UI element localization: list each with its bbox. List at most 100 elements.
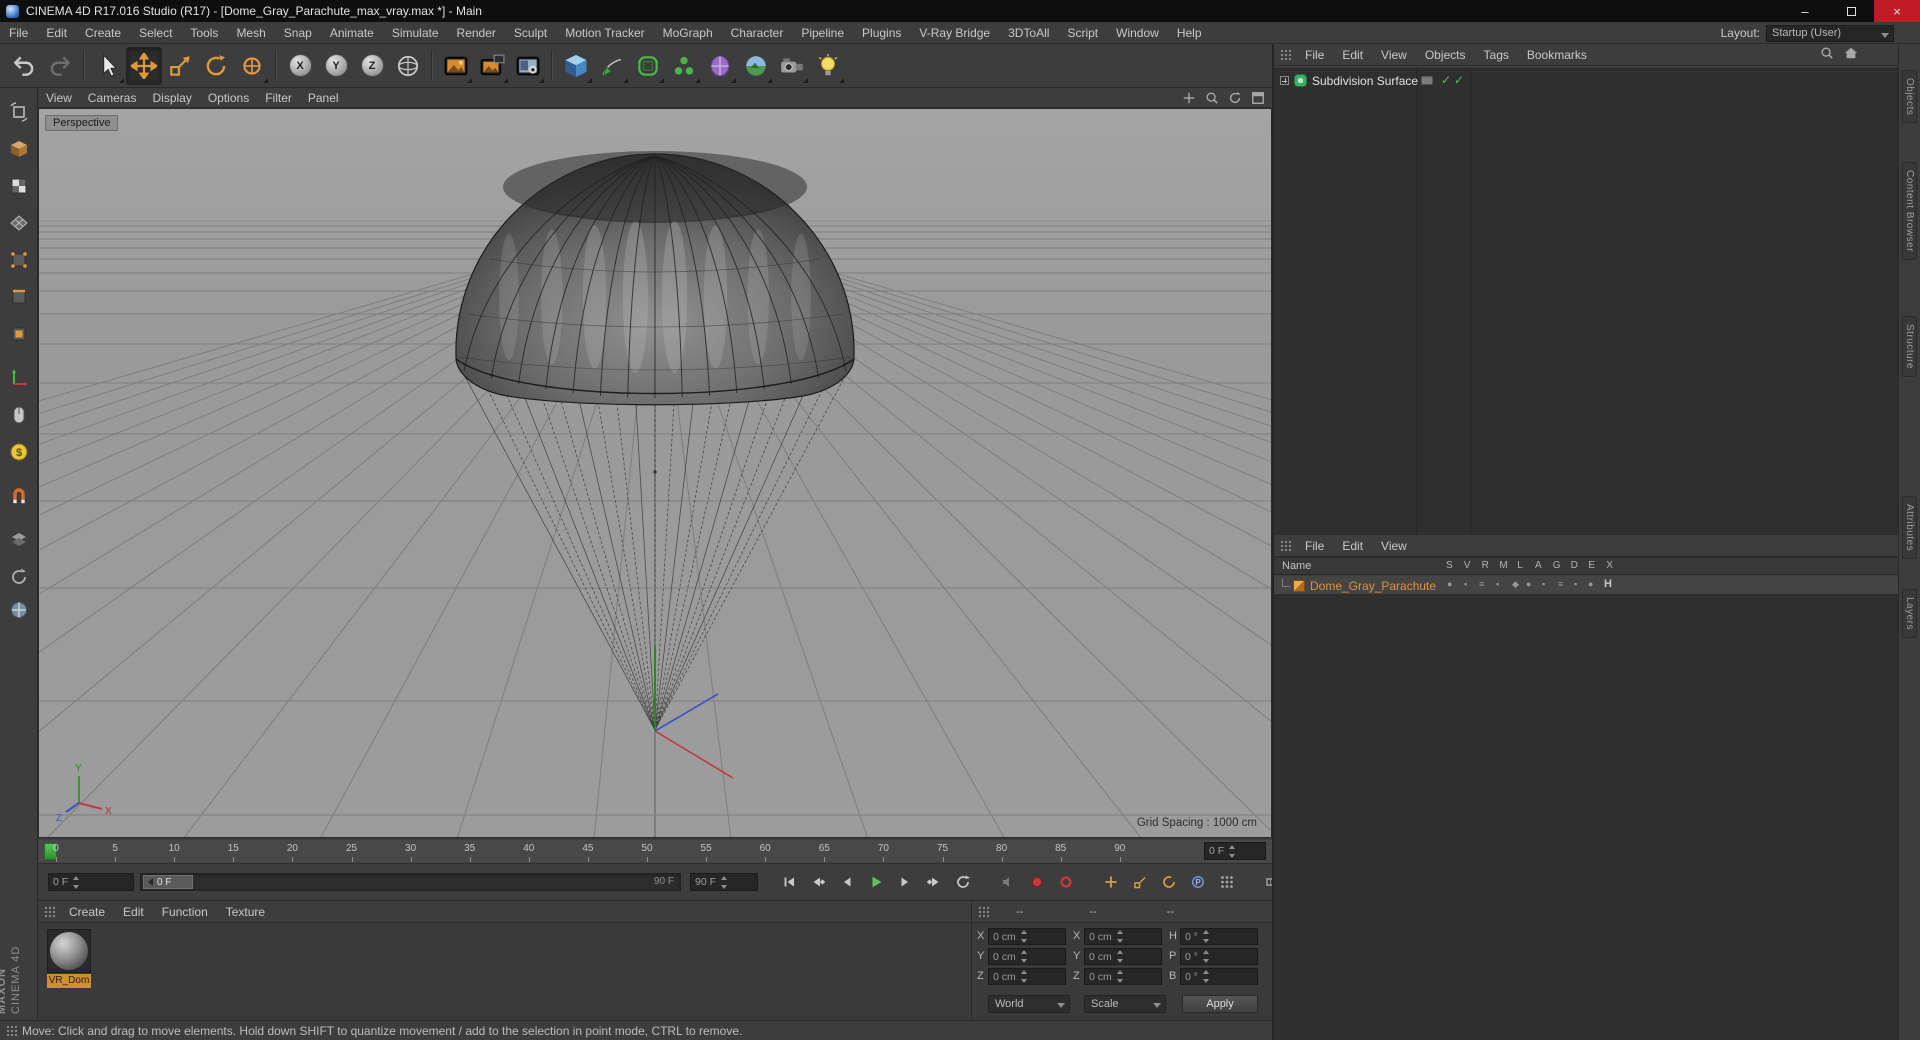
material-menu-function[interactable]: Function [153, 902, 217, 922]
size-x-input[interactable]: 0 cm [1084, 928, 1162, 945]
live-selection-button[interactable] [90, 47, 126, 85]
enable-axis-button[interactable] [5, 364, 33, 392]
layer-state-icon[interactable] [1421, 76, 1433, 85]
rotation-p-input[interactable]: 0 ° [1180, 948, 1258, 965]
menu-render[interactable]: Render [448, 23, 505, 43]
layer-manager-menu-edit[interactable]: Edit [1333, 536, 1372, 556]
column-header-v[interactable]: V [1464, 560, 1471, 571]
menu-sculpt[interactable]: Sculpt [505, 23, 556, 43]
last-used-tool-button[interactable] [234, 47, 270, 85]
points-mode-button[interactable] [5, 246, 33, 274]
scale-mode-dropdown[interactable]: Scale [1084, 995, 1166, 1013]
menu-file[interactable]: File [0, 23, 37, 43]
coordinate-space-dropdown[interactable]: World [988, 995, 1070, 1013]
menu-simulate[interactable]: Simulate [383, 23, 448, 43]
redo-button[interactable] [42, 47, 78, 85]
object-row-dome-gray-parachute[interactable]: Dome_Gray_Parachute ● ▪ ≡ ▪ ◆ ● ▪ ≡ ▪ ● H [1274, 576, 1900, 595]
previous-key-button[interactable] [805, 869, 831, 895]
side-tab-structure[interactable]: Structure [1902, 316, 1917, 378]
lock-x-axis-button[interactable]: X [282, 47, 318, 85]
menu-character[interactable]: Character [722, 23, 793, 43]
column-header-e[interactable]: E [1588, 560, 1595, 571]
autokey-button[interactable] [1053, 869, 1079, 895]
frame-counter-field[interactable]: 0 F [1204, 842, 1266, 860]
stepper-icon[interactable] [1020, 930, 1030, 943]
render-settings-button[interactable] [510, 47, 546, 85]
menu-create[interactable]: Create [76, 23, 130, 43]
object-manager-menu-objects[interactable]: Objects [1416, 45, 1475, 65]
snap-settings-button[interactable]: $ [5, 438, 33, 466]
object-manager[interactable]: Subdivision Surface ✓ ✓ [1274, 68, 1900, 535]
column-header-g[interactable]: G [1553, 560, 1561, 571]
record-pla-button[interactable] [1214, 869, 1240, 895]
object-toggle-icon[interactable]: ● [1588, 579, 1593, 589]
size-header[interactable]: -- [1089, 906, 1096, 918]
loop-playback-button[interactable] [950, 869, 976, 895]
object-manager-menu-view[interactable]: View [1372, 45, 1416, 65]
menu-plugins[interactable]: Plugins [853, 23, 910, 43]
column-header-m[interactable]: M [1499, 560, 1507, 571]
column-header-r[interactable]: R [1482, 560, 1489, 571]
stepper-icon[interactable] [1020, 970, 1030, 983]
goto-start-button[interactable] [776, 869, 802, 895]
stepper-icon[interactable] [1202, 970, 1212, 983]
add-camera-button[interactable] [774, 47, 810, 85]
stepper-icon[interactable] [73, 875, 82, 889]
rotate-tool-button[interactable] [198, 47, 234, 85]
workplane-lock-button[interactable] [5, 526, 33, 554]
column-header-s[interactable]: S [1446, 560, 1453, 571]
frame-slider-handle[interactable]: 0 F [143, 875, 193, 889]
menu-animate[interactable]: Animate [321, 23, 383, 43]
column-header-l[interactable]: L [1517, 560, 1523, 571]
enable-snap-button[interactable] [5, 482, 33, 510]
record-scale-button[interactable] [1127, 869, 1153, 895]
render-view-button[interactable] [438, 47, 474, 85]
play-sound-button[interactable] [995, 869, 1021, 895]
material-menu-texture[interactable]: Texture [217, 902, 274, 922]
add-deformer-button[interactable] [702, 47, 738, 85]
menu-window[interactable]: Window [1107, 23, 1168, 43]
lock-z-axis-button[interactable]: Z [354, 47, 390, 85]
object-toggle-icon[interactable]: ● [1447, 579, 1452, 589]
rotation-header[interactable]: -- [1167, 906, 1174, 918]
coordinate-system-button[interactable] [390, 47, 426, 85]
polygons-mode-button[interactable] [5, 320, 33, 348]
start-frame-field[interactable]: 0 F [48, 873, 134, 891]
column-header-d[interactable]: D [1571, 560, 1578, 571]
position-z-input[interactable]: 0 cm [988, 968, 1066, 985]
add-subdivision-surface-button[interactable] [630, 47, 666, 85]
zoom-view-icon[interactable] [1204, 90, 1220, 106]
panel-grip-icon[interactable] [1280, 539, 1292, 552]
search-icon[interactable] [1820, 46, 1834, 63]
column-header-a[interactable]: A [1535, 560, 1542, 571]
stepper-icon[interactable] [1202, 930, 1212, 943]
toggle-view-icon[interactable] [1250, 90, 1266, 106]
layer-list-empty-area[interactable] [1274, 595, 1900, 1040]
name-column-header[interactable]: Name [1282, 560, 1311, 572]
menu-script[interactable]: Script [1058, 23, 1107, 43]
menu-mograph[interactable]: MoGraph [654, 23, 722, 43]
record-keyframe-button[interactable] [1024, 869, 1050, 895]
position-y-input[interactable]: 0 cm [988, 948, 1066, 965]
object-manager-menu-tags[interactable]: Tags [1475, 45, 1518, 65]
viewport-menu-filter[interactable]: Filter [257, 89, 300, 107]
add-environment-button[interactable] [738, 47, 774, 85]
menu-help[interactable]: Help [1168, 23, 1211, 43]
menu-pipeline[interactable]: Pipeline [792, 23, 853, 43]
position-header[interactable]: -- [1016, 906, 1023, 918]
rotation-band-button[interactable] [5, 563, 33, 591]
timeline-ruler[interactable]: 0 5 10 15 20 25 30 35 40 45 50 55 60 65 70 75 80 85 90 0 F [38, 840, 1272, 864]
end-frame-field[interactable]: 90 F [690, 873, 758, 891]
undo-button[interactable] [6, 47, 42, 85]
menu-tools[interactable]: Tools [181, 23, 227, 43]
viewport-menu-view[interactable]: View [38, 89, 80, 107]
maximize-button[interactable] [1828, 0, 1874, 22]
viewport-canvas[interactable]: Y X Z Perspective Grid Spacing : 1000 cm [38, 108, 1272, 838]
add-generator-button[interactable] [666, 47, 702, 85]
record-parameter-button[interactable]: P [1185, 869, 1211, 895]
viewport-menu-cameras[interactable]: Cameras [80, 89, 145, 107]
size-z-input[interactable]: 0 cm [1084, 968, 1162, 985]
rotation-b-input[interactable]: 0 ° [1180, 968, 1258, 985]
side-tab-content-browser[interactable]: Content Browser [1902, 162, 1917, 260]
expand-icon[interactable] [1280, 76, 1289, 85]
